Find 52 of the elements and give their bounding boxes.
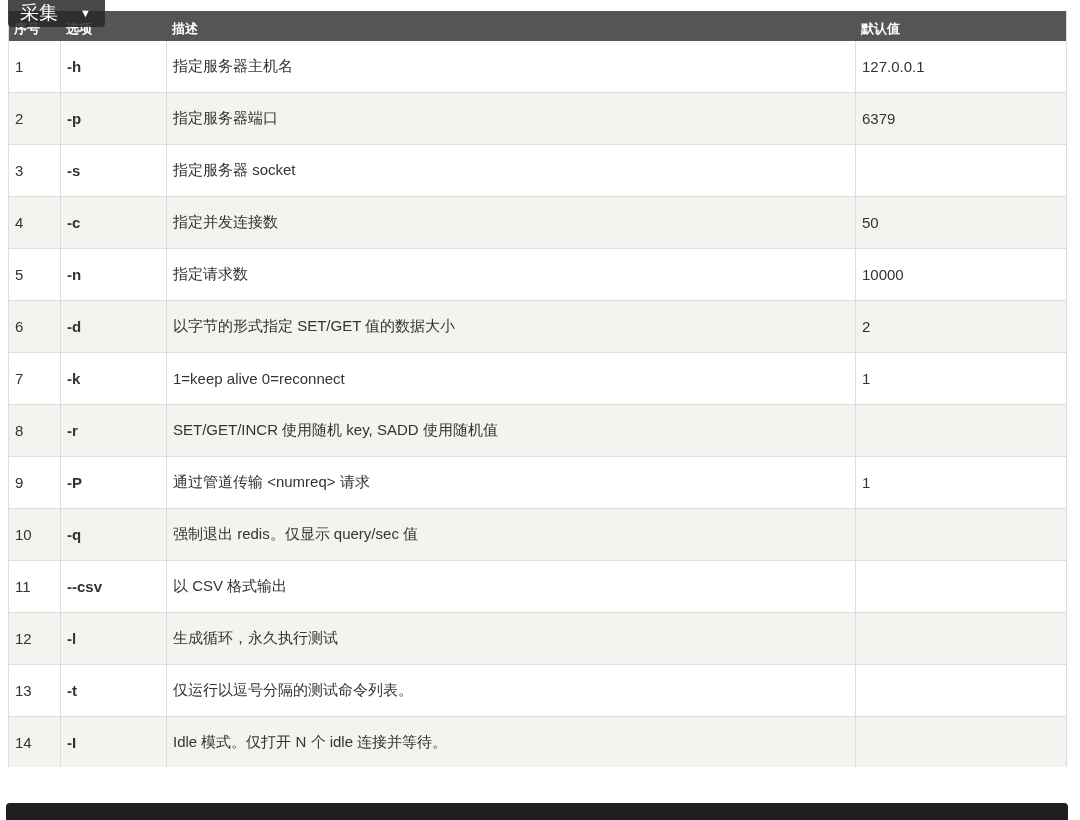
table-cell: -r: [67, 422, 78, 439]
table-cell: 指定并发连接数: [173, 213, 278, 232]
table-cell: 7: [15, 370, 24, 387]
table-cell: -l: [67, 630, 77, 647]
table-cell: 指定服务器 socket: [173, 161, 296, 180]
table-cell: -k: [67, 370, 81, 387]
table-cell: --csv: [67, 578, 103, 595]
table-cell: 6: [15, 318, 24, 335]
table-cell: 5: [15, 266, 24, 283]
table-cell: -s: [67, 162, 81, 179]
collect-button[interactable]: 采集 ▼: [8, 0, 105, 27]
table-cell: 50: [862, 214, 879, 231]
table-cell: 通过管道传输 <numreq> 请求: [173, 473, 370, 492]
table-cell: Idle 模式。仅打开 N 个 idle 连接并等待。: [173, 733, 448, 752]
table-cell: -P: [67, 474, 82, 491]
table-cell: 8: [15, 422, 24, 439]
table-cell: 以字节的形式指定 SET/GET 值的数据大小: [173, 317, 456, 336]
table-cell: 指定服务器主机名: [173, 57, 293, 76]
table-cell: 10: [15, 526, 32, 543]
table-cell: 3: [15, 162, 24, 179]
table-cell: 1: [862, 370, 871, 387]
table-cell: 2: [15, 110, 24, 127]
table-cell: 9: [15, 474, 24, 491]
table-cell: -d: [67, 318, 82, 335]
table-cell: 以 CSV 格式输出: [173, 577, 288, 596]
table-cell: SET/GET/INCR 使用随机 key, SADD 使用随机值: [173, 421, 498, 440]
table-cell: 12: [15, 630, 32, 647]
table-cell: -h: [67, 58, 82, 75]
table-cell: -I: [67, 734, 77, 751]
table-cell: 11: [15, 578, 31, 595]
table-cell: -p: [67, 110, 82, 127]
table-cell: -t: [67, 682, 77, 699]
table-cell: -c: [67, 214, 81, 231]
table-cell: 1: [15, 58, 24, 75]
table-cell: 1=keep alive 0=reconnect: [173, 370, 345, 387]
table-cell: 强制退出 redis。仅显示 query/sec 值: [173, 525, 419, 544]
table-cell: 127.0.0.1: [862, 58, 925, 75]
table-cell: 仅运行以逗号分隔的测试命令列表。: [173, 681, 413, 700]
table-cell: 1: [862, 474, 871, 491]
table-cell: 2: [862, 318, 871, 335]
column-header: 默认值: [861, 21, 900, 36]
table-cell: 10000: [862, 266, 904, 283]
table-cell: -q: [67, 526, 82, 543]
table-cell: 6379: [862, 110, 896, 127]
table-cell: 指定服务器端口: [173, 109, 278, 128]
table-cell: 指定请求数: [173, 265, 248, 284]
column-header: 描述: [172, 21, 198, 36]
table-cell: 生成循环，永久执行测试: [173, 629, 338, 648]
table-cell: -n: [67, 266, 82, 283]
table-cell: 4: [15, 214, 24, 231]
table-cell: 13: [15, 682, 32, 699]
table-cell: 14: [15, 734, 32, 751]
